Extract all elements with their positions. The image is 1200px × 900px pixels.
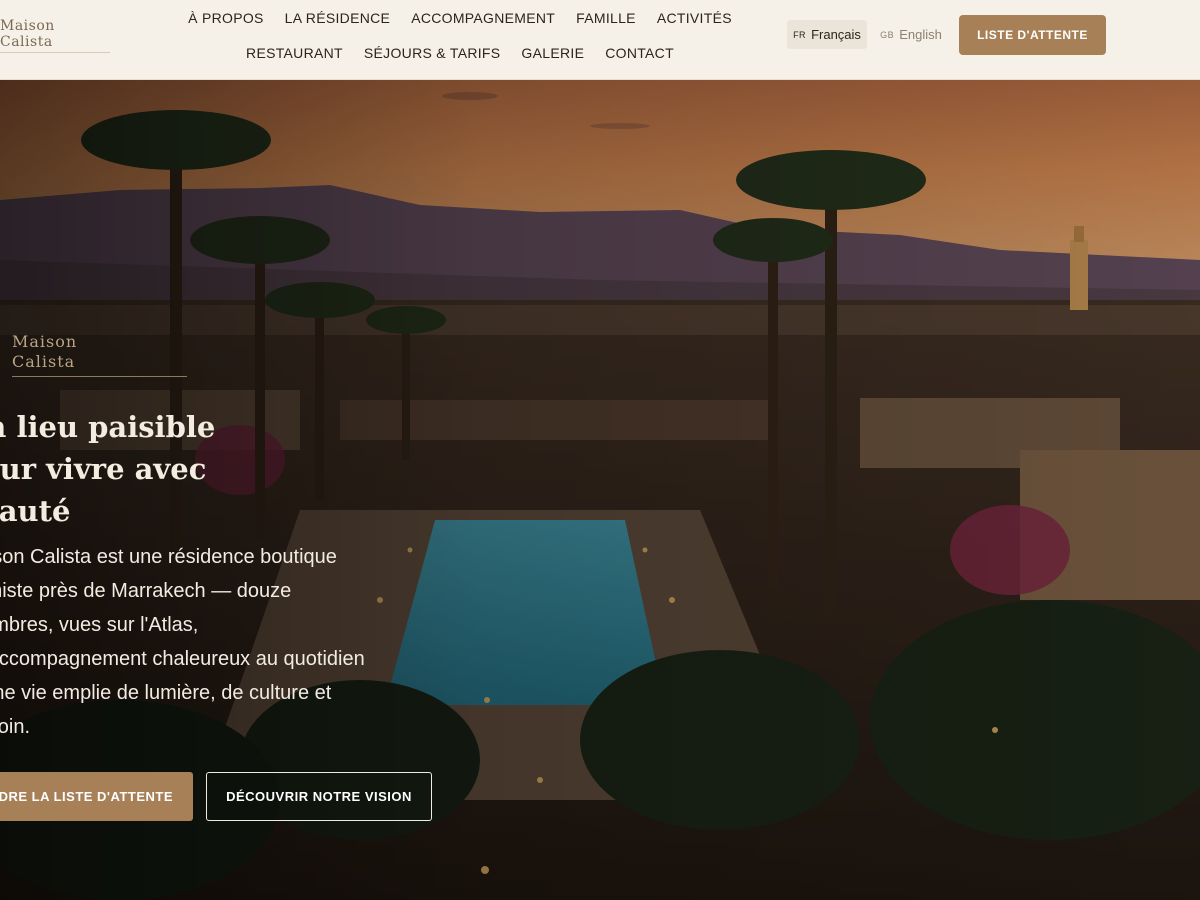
- hero-title-line: pour vivre avec: [0, 452, 207, 486]
- brand-name-line2: Calista: [0, 34, 53, 50]
- nav-link-a-propos[interactable]: À PROPOS: [188, 9, 264, 27]
- nav-link-accompagnement[interactable]: ACCOMPAGNEMENT: [411, 9, 555, 27]
- hero-title-line: Un lieu paisible: [0, 410, 216, 444]
- language-french-button[interactable]: FR Français: [787, 20, 867, 49]
- discover-vision-button[interactable]: DÉCOUVRIR NOTRE VISION: [206, 772, 432, 821]
- hero-description-line: et une vie emplie de lumière, de culture…: [0, 682, 332, 704]
- language-english-button[interactable]: GB English: [878, 20, 944, 49]
- brand-logo[interactable]: Maison Calista: [0, 18, 110, 53]
- language-english-label: English: [899, 27, 942, 42]
- nav-link-galerie[interactable]: GALERIE: [521, 44, 584, 62]
- nav-link-sejours-tarifs[interactable]: SÉJOURS & TARIFS: [364, 44, 501, 62]
- flag-gb-icon: GB: [880, 29, 895, 40]
- hero-description-line: chambres, vues sur l'Atlas,: [0, 614, 199, 636]
- language-french-label: Français: [811, 27, 861, 42]
- hero-brand-mark: Maison Calista: [12, 332, 192, 377]
- waitlist-header-button[interactable]: LISTE D'ATTENTE: [959, 15, 1106, 55]
- nav-link-contact[interactable]: CONTACT: [605, 44, 674, 62]
- flag-fr-icon: FR: [793, 29, 807, 40]
- logo-divider: [0, 52, 110, 53]
- hero-description-line: intimiste près de Marrakech — douze: [0, 580, 292, 602]
- hero-title-line: beauté: [0, 494, 71, 528]
- hero-description-line: de soin.: [0, 716, 31, 738]
- nav-link-famille[interactable]: FAMILLE: [576, 9, 636, 27]
- main-navigation: À PROPOS LA RÉSIDENCE ACCOMPAGNEMENT FAM…: [175, 0, 745, 80]
- site-header: Maison Calista À PROPOS LA RÉSIDENCE ACC…: [0, 0, 1200, 80]
- hero-title: Un lieu paisible pour vivre avec beauté: [0, 406, 220, 532]
- hero-logo-divider: [12, 376, 187, 377]
- brand-name-line1: Maison: [0, 18, 55, 34]
- hero-brand-line1: Maison: [12, 332, 78, 351]
- hero-section: Maison Calista Un lieu paisible pour viv…: [0, 80, 1200, 900]
- hero-description: Maison Calista est une résidence boutiqu…: [0, 540, 370, 744]
- hero-description-line: Maison Calista est une résidence boutiqu…: [0, 546, 337, 568]
- nav-link-restaurant[interactable]: RESTAURANT: [246, 44, 343, 62]
- join-waitlist-button[interactable]: REJOINDRE LA LISTE D'ATTENTE: [0, 772, 193, 821]
- hero-description-line: un accompagnement chaleureux au quotidie…: [0, 648, 365, 670]
- nav-row-primary: À PROPOS LA RÉSIDENCE ACCOMPAGNEMENT FAM…: [175, 9, 745, 27]
- nav-row-secondary: RESTAURANT SÉJOURS & TARIFS GALERIE CONT…: [175, 44, 745, 62]
- nav-link-activites[interactable]: ACTIVITÉS: [657, 9, 732, 27]
- nav-link-la-residence[interactable]: LA RÉSIDENCE: [285, 9, 391, 27]
- hero-brand-line2: Calista: [12, 352, 76, 371]
